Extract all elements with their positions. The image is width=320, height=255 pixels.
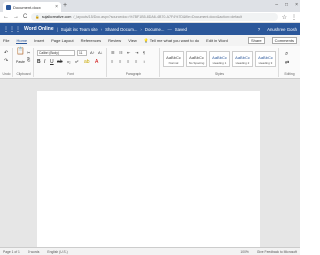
style-heading-2[interactable]: AaBbCc Heading 2 — [232, 51, 253, 67]
tab-file[interactable]: File — [3, 38, 9, 43]
share-button[interactable]: Share — [247, 37, 265, 44]
breadcrumb-site[interactable]: Sujalt inc Team site — [61, 27, 98, 32]
bullets-icon[interactable]: ☰ — [111, 50, 115, 56]
word-favicon-icon — [6, 4, 11, 10]
redo-icon[interactable]: ↷ — [4, 58, 8, 64]
increase-indent-icon[interactable]: ⇥ — [135, 50, 138, 56]
undo-icon[interactable]: ↶ — [4, 50, 8, 56]
app-launcher-icon[interactable]: ⋮⋮⋮ — [3, 26, 21, 33]
undo-group: ↶ ↷ Undo — [1, 48, 13, 77]
url-path: /_layouts/15/Doc.aspx?sourcedoc=%7BF1B5-… — [73, 15, 242, 19]
align-right-icon[interactable]: ≡ — [127, 59, 129, 65]
browser-tab-title: Document.docx — [13, 4, 41, 10]
ltr-icon[interactable]: ¶ — [143, 50, 145, 56]
font-group: Calibri (Body) 11 A↑ A↓ B I U ab x₂ x² a… — [35, 48, 107, 77]
highlight-icon[interactable]: ab — [84, 59, 90, 65]
style-normal[interactable]: AaBbCc Normal — [163, 51, 184, 67]
bold-icon[interactable]: B — [37, 59, 41, 65]
edit-in-word-button[interactable]: Edit in Word — [206, 38, 228, 43]
maximize-button[interactable]: □ — [285, 2, 288, 8]
page-count: Page 1 of 1 — [3, 249, 20, 254]
word-count: 0 words — [27, 249, 40, 254]
font-name-dropdown[interactable]: Calibri (Body) — [37, 50, 75, 56]
style-heading-3[interactable]: AaBbCc Heading 3 — [255, 51, 276, 67]
cut-icon[interactable]: ✂ — [27, 50, 30, 56]
strikethrough-icon[interactable]: ab — [57, 59, 63, 65]
ribbon: ↶ ↷ Undo 📋 Paste ✂ ⎘ Clipboard Calibri (… — [0, 46, 300, 79]
replace-icon[interactable]: ⇄ — [285, 60, 289, 66]
font-color-icon[interactable]: A — [95, 59, 98, 65]
close-window-button[interactable]: × — [295, 2, 298, 8]
style-heading-1[interactable]: AaBbCc Heading 1 — [209, 51, 230, 67]
url-domain: sujalkcreative.com — [41, 15, 72, 19]
browser-tab-strip: Document.docx × + – □ × — [0, 0, 300, 12]
lock-icon: 🔒 — [35, 15, 40, 19]
app-title-bar: ⋮⋮⋮ Word Online | Sujalt inc Team site ›… — [0, 23, 300, 35]
copy-icon[interactable]: ⎘ — [27, 57, 30, 63]
shrink-font-icon[interactable]: A↓ — [98, 50, 103, 56]
font-size-dropdown[interactable]: 11 — [77, 50, 87, 56]
reload-button[interactable]: C — [23, 14, 27, 20]
align-left-icon[interactable]: ≡ — [111, 59, 113, 65]
clipboard-group: 📋 Paste ✂ ⎘ Clipboard — [14, 48, 34, 77]
comments-button[interactable]: Comments — [271, 37, 297, 44]
tab-home[interactable]: Home — [16, 38, 28, 44]
zoom-level[interactable]: 100% — [240, 250, 248, 254]
numbering-icon[interactable]: ☷ — [119, 50, 123, 56]
underline-icon[interactable]: U — [50, 59, 54, 65]
document-name[interactable]: Docume... — [145, 27, 165, 32]
grow-font-icon[interactable]: A↑ — [90, 50, 95, 56]
paragraph-group: ☰ ☷ ⇤ ⇥ ¶ ≡ ≡ ≡ ≡ ↕ Paragraph — [108, 48, 160, 77]
tab-insert[interactable]: Insert — [34, 38, 44, 43]
user-name[interactable]: Anushree Gosh — [267, 27, 297, 32]
lightbulb-icon: 💡 — [143, 38, 149, 43]
subscript-icon[interactable]: x₂ — [67, 59, 71, 65]
breadcrumb-library[interactable]: Shared Docum... — [105, 27, 137, 32]
decrease-indent-icon[interactable]: ⇤ — [127, 50, 130, 56]
tell-me-search[interactable]: 💡 Tell me what you want to do — [144, 38, 199, 43]
new-tab-button[interactable]: + — [63, 2, 67, 10]
help-icon[interactable]: ? — [258, 27, 260, 32]
status-bar: Page 1 of 1 0 words English (U.S.) 100% … — [0, 247, 300, 255]
ribbon-tabs: File Home Insert Page Layout References … — [0, 35, 300, 46]
forward-button[interactable]: → — [13, 14, 19, 20]
line-spacing-icon[interactable]: ↕ — [143, 59, 145, 65]
tab-review[interactable]: Review — [108, 38, 121, 43]
window-controls: – □ × — [275, 2, 298, 8]
language-status[interactable]: English (U.S.) — [47, 250, 67, 254]
styles-group: AaBbCc Normal AaBbCc No Spacing AaBbCc H… — [161, 48, 279, 77]
editing-group: ⌕ ⇄ Editing — [284, 51, 295, 76]
tab-view[interactable]: View — [128, 38, 137, 43]
address-bar-row: ← → C 🔒 sujalkcreative.com/_layouts/15/D… — [0, 12, 300, 23]
document-page[interactable] — [37, 91, 260, 247]
tab-close-icon[interactable]: × — [55, 4, 58, 10]
style-no-spacing[interactable]: AaBbCc No Spacing — [186, 51, 207, 67]
browser-tab[interactable]: Document.docx × — [3, 2, 61, 12]
app-name[interactable]: Word Online — [24, 26, 54, 32]
paste-button[interactable]: Paste — [16, 59, 25, 65]
italic-icon[interactable]: I — [44, 59, 45, 65]
bookmark-star-icon[interactable]: ☆ — [282, 14, 287, 21]
align-center-icon[interactable]: ≡ — [119, 59, 121, 65]
feedback-link[interactable]: Give Feedback to Microsoft — [257, 250, 297, 254]
minimize-button[interactable]: – — [275, 2, 278, 8]
tab-page-layout[interactable]: Page Layout — [51, 38, 73, 43]
url-input[interactable]: 🔒 sujalkcreative.com/_layouts/15/Doc.asp… — [31, 13, 278, 21]
superscript-icon[interactable]: x² — [75, 59, 78, 65]
paste-icon[interactable]: 📋 — [16, 48, 25, 55]
justify-icon[interactable]: ≡ — [135, 59, 137, 65]
browser-menu-icon[interactable]: ⋮ — [291, 14, 297, 21]
back-button[interactable]: ← — [3, 14, 9, 20]
tab-references[interactable]: References — [81, 38, 101, 43]
find-icon[interactable]: ⌕ — [285, 51, 288, 57]
save-status: Saved — [174, 26, 187, 32]
